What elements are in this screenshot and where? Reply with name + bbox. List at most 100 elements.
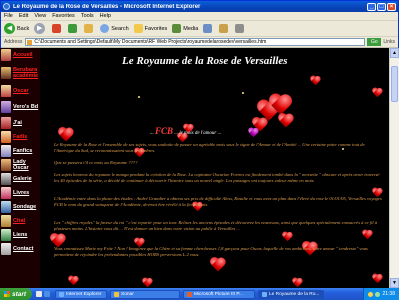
window-title: Le Royaume de la Rose de Versailles - Mi…: [13, 3, 201, 10]
task-internet-explorer[interactable]: Internet Explorer: [55, 289, 107, 299]
ie-icon: [3, 3, 10, 10]
task-label: Internet Explorer: [66, 291, 102, 297]
sidebar-item-galerie[interactable]: Galerie: [0, 172, 40, 186]
heart-icon: [278, 114, 292, 128]
clock[interactable]: 21:38: [382, 291, 395, 297]
heart-icon: [68, 276, 77, 285]
menu-edit[interactable]: Edit: [19, 13, 28, 19]
links-button[interactable]: Links: [383, 39, 395, 45]
heart-icon: [372, 274, 381, 283]
sidebar-item-label: Fanfics: [13, 148, 33, 154]
stop-button[interactable]: [52, 24, 63, 33]
sidebar-item-liens[interactable]: Liens: [0, 228, 40, 242]
favorites-button[interactable]: Favorites: [133, 24, 168, 33]
sidebar-item-label: Vero's Bd: [13, 104, 39, 110]
forward-button[interactable]: ▶: [34, 23, 47, 34]
menu-favorites[interactable]: Favorites: [52, 13, 75, 19]
search-button[interactable]: Search: [100, 24, 129, 33]
refresh-icon: [68, 24, 78, 33]
print-button[interactable]: [235, 24, 246, 33]
sidebar-thumbnail: [1, 85, 11, 97]
ie-icon[interactable]: [44, 291, 50, 297]
paragraph-sujets: Les sujets heureux du royaume le manga p…: [54, 172, 380, 183]
network-icon[interactable]: [375, 291, 381, 297]
refresh-button[interactable]: [68, 24, 79, 33]
back-label: Back: [17, 25, 30, 32]
folder-icon: [114, 291, 119, 297]
fcb-suffix: ... le mois de l'amour ...: [174, 131, 222, 136]
address-input[interactable]: C:\Documents and Settings\Default\My Doc…: [25, 38, 366, 46]
paragraph-question: Que se passera t'il ce mois au Royaume ?…: [54, 160, 138, 165]
sidebar-item-jai[interactable]: J'ai: [0, 116, 40, 130]
mail-button[interactable]: [219, 24, 230, 33]
home-button[interactable]: [84, 24, 95, 33]
sidebar-item-label: Chat: [13, 218, 26, 224]
taskbar: start Internet Explorer Sonar Microsoft …: [0, 288, 399, 300]
sidebar-item-sondage[interactable]: Sondage: [0, 200, 40, 214]
heart-icon: [58, 128, 72, 142]
address-bar: Address C:\Documents and Settings\Defaul…: [1, 37, 398, 48]
vertical-scrollbar[interactable]: ▲ ▼: [389, 48, 399, 288]
site-sidebar: Accueil Berubara académie Oscar Vero's B…: [0, 48, 40, 288]
heart-icon: [269, 95, 289, 115]
scroll-thumb[interactable]: [391, 66, 398, 102]
quick-launch: [36, 291, 52, 297]
menu-tools[interactable]: Tools: [81, 13, 94, 19]
paragraph-marie: Vous connaissez Marie my Fritz ? Non ! I…: [54, 246, 368, 257]
system-tray: 21:38: [363, 288, 399, 300]
sidebar-thumbnail: [1, 67, 11, 79]
print-icon: [235, 24, 245, 33]
sidebar-item-livres[interactable]: Livres: [0, 186, 40, 200]
favorites-label: Favorites: [144, 25, 168, 32]
sidebar-item-label: Berubara académie: [13, 67, 39, 79]
heart-icon: [372, 88, 381, 97]
fcb-announcement: ... FCB ... le mois de l'amour ...: [150, 126, 221, 136]
media-button[interactable]: Media: [172, 24, 198, 33]
sidebar-item-label: Livres: [13, 190, 30, 196]
sidebar-item-oscar[interactable]: Oscar: [0, 84, 40, 98]
sidebar-item-label: Contact: [13, 246, 34, 252]
sidebar-item-lady-oscar[interactable]: Lady Oscar: [0, 158, 40, 172]
heart-icon: [292, 278, 301, 287]
desktop-icon[interactable]: [36, 291, 42, 297]
heart-icon: [282, 232, 291, 241]
sparkle-icon: [138, 96, 140, 98]
sidebar-item-fadis[interactable]: Fadis: [0, 130, 40, 144]
toolbar: ◀ Back ▶ Search Favorites Media: [1, 21, 398, 37]
back-button[interactable]: ◀ Back: [4, 23, 29, 34]
history-button[interactable]: [203, 24, 214, 33]
task-sonar[interactable]: Sonar: [110, 289, 180, 299]
history-icon: [203, 24, 213, 33]
go-button[interactable]: Go: [367, 38, 382, 46]
sidebar-item-veros-bd[interactable]: Vero's Bd: [0, 98, 40, 116]
sidebar-item-berubara[interactable]: Berubara académie: [0, 62, 40, 84]
sidebar-item-contact[interactable]: Contact: [0, 242, 40, 256]
menu-file[interactable]: File: [4, 13, 13, 19]
task-picture-it[interactable]: Microsoft Picture It! P...: [183, 289, 255, 299]
start-button[interactable]: start: [0, 288, 32, 300]
menu-view[interactable]: View: [34, 13, 46, 19]
minimize-button[interactable]: _: [367, 2, 376, 11]
star-icon: [133, 24, 143, 33]
scroll-up-arrow-icon[interactable]: ▲: [390, 48, 399, 58]
back-arrow-icon: ◀: [4, 23, 15, 34]
sidebar-item-accueil[interactable]: Accueil: [0, 48, 40, 62]
home-icon: [84, 24, 94, 33]
windows-logo-icon: [4, 291, 10, 297]
heart-icon: [210, 258, 224, 272]
sidebar-item-fanfics[interactable]: Fanfics: [0, 144, 40, 158]
menu-help[interactable]: Help: [100, 13, 111, 19]
paragraph-academie: L'Académie entre dans la phase des étude…: [54, 196, 382, 207]
title-bar[interactable]: Le Royaume de la Rose de Versailles - Mi…: [1, 1, 398, 12]
maximize-button[interactable]: □: [377, 2, 386, 11]
volume-icon[interactable]: [368, 291, 374, 297]
close-button[interactable]: ×: [387, 2, 396, 11]
sparkle-icon: [242, 92, 244, 94]
sidebar-item-chat[interactable]: Chat: [0, 214, 40, 228]
scroll-down-arrow-icon[interactable]: ▼: [390, 278, 399, 288]
media-label: Media: [183, 25, 199, 32]
task-royaume[interactable]: Le Royaume de la Ro...: [258, 289, 324, 299]
sidebar-thumbnail: [1, 215, 11, 227]
sidebar-thumbnail: [1, 201, 11, 213]
media-icon: [172, 24, 182, 33]
